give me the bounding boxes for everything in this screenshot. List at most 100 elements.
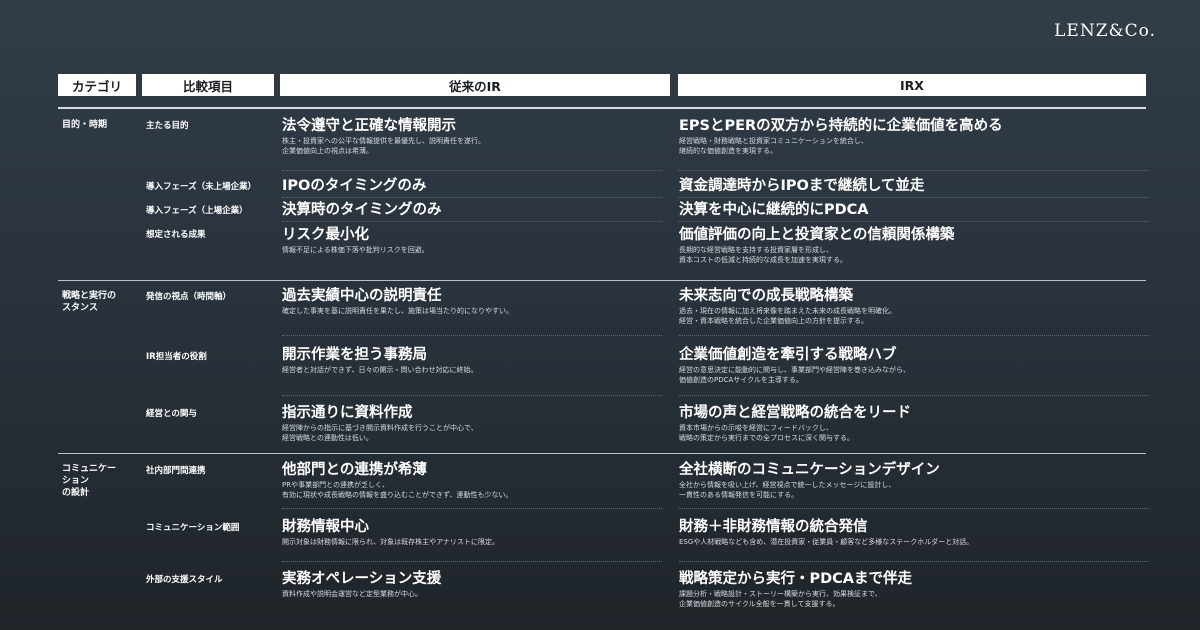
traditional-sub: 資料作成や説明会運営など定型業務が中心。 <box>282 590 422 598</box>
row-separator <box>679 170 1149 171</box>
traditional-sub: 経営戦略との連動性は低い。 <box>282 433 373 442</box>
row-separator <box>282 508 662 509</box>
traditional-cell: 指示通りに資料作成 経営陣からの指示に基づき開示資料作成を行うことが中心で、 経… <box>282 404 662 443</box>
section-divider <box>58 453 1146 454</box>
traditional-sub: 経営者と対話ができず、日々の開示・問い合わせ対応に終始。 <box>282 366 478 374</box>
traditional-main: 決算時のタイミングのみ <box>282 202 442 218</box>
category-communication-design: コミュニケー ション の設計 <box>62 464 117 498</box>
traditional-cell: 実務オペレーション支援 資料作成や説明会運営など定型業務が中心。 <box>282 570 662 600</box>
item-label: コミュニケーション範囲 <box>146 523 240 533</box>
traditional-cell: 決算時のタイミングのみ <box>282 201 662 219</box>
category-purpose-timing: 目的・時期 <box>62 120 108 130</box>
traditional-sub: 情報不足による株価下落や批判リスクを回避。 <box>282 246 429 254</box>
irx-main: 企業価値創造を牽引する戦略ハブ <box>679 347 897 363</box>
traditional-main: 法令遵守と正確な情報開示 <box>282 118 456 134</box>
row-separator <box>282 197 662 198</box>
row-separator <box>282 221 662 222</box>
irx-main: 未来志向での成長戦略構築 <box>679 288 853 304</box>
irx-sub: 一貫性のある情報発信を可能にする。 <box>679 490 799 499</box>
irx-cell: 財務＋非財務情報の統合発信 ESGや人材戦略なども含め、潜在投資家・従業員・顧客… <box>679 518 1149 548</box>
header-category: カテゴリ <box>58 74 136 96</box>
irx-main: EPSとPERの双方から持続的に企業価値を高める <box>679 118 1003 134</box>
traditional-sub: 確定した事実を基に説明責任を果たし、施策は場当たり的になりやすい。 <box>282 307 513 315</box>
row-separator <box>679 508 1149 509</box>
item-label: 想定される成果 <box>146 230 206 240</box>
irx-sub: 戦略の策定から実行までの全プロセスに深く関与する。 <box>679 433 854 442</box>
irx-main: 市場の声と経営戦略の統合をリード <box>679 405 911 421</box>
irx-sub: ESGや人材戦略なども含め、潜在投資家・従業員・顧客など多様なステークホルダーと… <box>679 538 974 546</box>
irx-sub: 課題分析・戦略設計・ストーリー構築から実行、効果検証まで、 <box>679 590 882 598</box>
irx-sub: 全社から情報を吸い上げ、経営視点で統一したメッセージに設計し、 <box>679 481 896 489</box>
row-separator <box>282 170 662 171</box>
item-label: 主たる目的 <box>146 121 189 131</box>
item-label: 経営との関与 <box>146 409 197 419</box>
traditional-cell: IPOのタイミングのみ <box>282 177 662 195</box>
traditional-sub: 有効に現状や成長戦略の情報を盛り込むことができず、連動性も少ない。 <box>282 490 513 499</box>
irx-cell: 決算を中心に継続的にPDCA <box>679 201 1149 219</box>
traditional-sub: 企業価値向上の視点は希薄。 <box>282 146 373 155</box>
traditional-cell: 財務情報中心 開示対象は財務情報に限られ、対象は既存株主やアナリストに限定。 <box>282 518 662 548</box>
irx-sub: 過去・現在の情報に加え将来像を踏まえた未来の成長戦略を明確化。 <box>679 307 896 315</box>
row-separator <box>679 197 1149 198</box>
row-separator <box>679 221 1149 222</box>
header-traditional-ir: 従来のIR <box>280 74 670 96</box>
irx-cell: 戦略策定から実行・PDCAまで伴走 課題分析・戦略設計・ストーリー構築から実行、… <box>679 570 1149 609</box>
irx-main: 決算を中心に継続的にPDCA <box>679 202 869 218</box>
traditional-main: 過去実績中心の説明責任 <box>282 288 442 304</box>
row-separator <box>679 335 1149 336</box>
irx-sub: 企業価値創造のサイクル全般を一貫して支援する。 <box>679 599 840 608</box>
irx-sub: 資本コストの低減と持続的な成長を加速を実現する。 <box>679 255 847 264</box>
traditional-main: リスク最小化 <box>282 227 369 243</box>
traditional-cell: リスク最小化 情報不足による株価下落や批判リスクを回避。 <box>282 226 662 256</box>
irx-sub: 価値創造のPDCAサイクルを主導する。 <box>679 375 803 384</box>
brand-logo: LENZ&Co. <box>1054 21 1156 41</box>
irx-sub: 経営の意思決定に能動的に関与し、事業部門や経営陣を巻き込みながら、 <box>679 366 910 374</box>
traditional-sub: 経営陣からの指示に基づき開示資料作成を行うことが中心で、 <box>282 424 478 432</box>
irx-cell: EPSとPERの双方から持続的に企業価値を高める 経営戦略・財務戦略と投資家コミ… <box>679 117 1149 156</box>
irx-cell: 価値評価の向上と投資家との信頼関係構築 長期的な経営戦略を支持する投資家層を形成… <box>679 226 1149 265</box>
header-irx: IRX <box>678 74 1146 96</box>
category-strategy-stance: 戦略と実行の スタンス <box>62 291 117 313</box>
irx-cell: 市場の声と経営戦略の統合をリード 資本市場からの示唆を経営にフィードバックし、 … <box>679 404 1149 443</box>
irx-sub: 経営・資本戦略を統合した企業価値向上の方針を提示する。 <box>679 316 868 325</box>
row-separator <box>679 395 1149 396</box>
traditional-sub: PRや事業部門との連携が乏しく、 <box>282 481 390 489</box>
traditional-main: IPOのタイミングのみ <box>282 178 427 194</box>
irx-sub: 資本市場からの示唆を経営にフィードバックし、 <box>679 424 833 432</box>
row-separator <box>679 561 1149 562</box>
traditional-cell: 開示作業を担う事務局 経営者と対話ができず、日々の開示・問い合わせ対応に終始。 <box>282 346 662 376</box>
item-label: 外部の支援スタイル <box>146 575 223 585</box>
header-item: 比較項目 <box>142 74 274 96</box>
section-divider <box>58 280 1146 281</box>
irx-main: 戦略策定から実行・PDCAまで伴走 <box>679 571 913 587</box>
irx-main: 財務＋非財務情報の統合発信 <box>679 519 868 535</box>
item-label: 発信の視点（時間軸） <box>146 292 232 302</box>
irx-main: 価値評価の向上と投資家との信頼関係構築 <box>679 227 955 243</box>
traditional-main: 実務オペレーション支援 <box>282 571 442 587</box>
irx-sub: 経営戦略・財務戦略と投資家コミュニケーションを統合し、 <box>679 137 868 145</box>
traditional-cell: 他部門との連携が希薄 PRや事業部門との連携が乏しく、 有効に現状や成長戦略の情… <box>282 461 662 500</box>
irx-cell: 全社横断のコミュニケーションデザイン 全社から情報を吸い上げ、経営視点で統一した… <box>679 461 1149 500</box>
traditional-sub: 株主・投資家への公平な情報提供を最優先し、説明責任を遂行。 <box>282 137 485 145</box>
traditional-cell: 法令遵守と正確な情報開示 株主・投資家への公平な情報提供を最優先し、説明責任を遂… <box>282 117 662 156</box>
traditional-main: 開示作業を担う事務局 <box>282 347 427 363</box>
irx-cell: 企業価値創造を牽引する戦略ハブ 経営の意思決定に能動的に関与し、事業部門や経営陣… <box>679 346 1149 385</box>
row-separator <box>282 561 662 562</box>
irx-sub: 継続的な価値創造を実現する。 <box>679 146 777 155</box>
traditional-main: 財務情報中心 <box>282 519 369 535</box>
traditional-sub: 開示対象は財務情報に限られ、対象は既存株主やアナリストに限定。 <box>282 538 499 546</box>
irx-cell: 未来志向での成長戦略構築 過去・現在の情報に加え将来像を踏まえた未来の成長戦略を… <box>679 287 1149 326</box>
item-label: IR担当者の役割 <box>146 352 207 362</box>
row-separator <box>282 335 662 336</box>
item-label: 導入フェーズ（未上場企業） <box>146 182 257 192</box>
irx-cell: 資金調達時からIPOまで継続して並走 <box>679 177 1149 195</box>
item-label: 社内部門間連携 <box>146 466 206 476</box>
irx-main: 全社横断のコミュニケーションデザイン <box>679 462 940 478</box>
traditional-main: 他部門との連携が希薄 <box>282 462 427 478</box>
irx-sub: 長期的な経営戦略を支持する投資家層を形成し、 <box>679 246 833 254</box>
header-divider <box>58 107 1146 109</box>
item-label: 導入フェーズ（上場企業） <box>146 206 248 216</box>
traditional-cell: 過去実績中心の説明責任 確定した事実を基に説明責任を果たし、施策は場当たり的にな… <box>282 287 662 317</box>
row-separator <box>282 395 662 396</box>
irx-main: 資金調達時からIPOまで継続して並走 <box>679 178 925 194</box>
